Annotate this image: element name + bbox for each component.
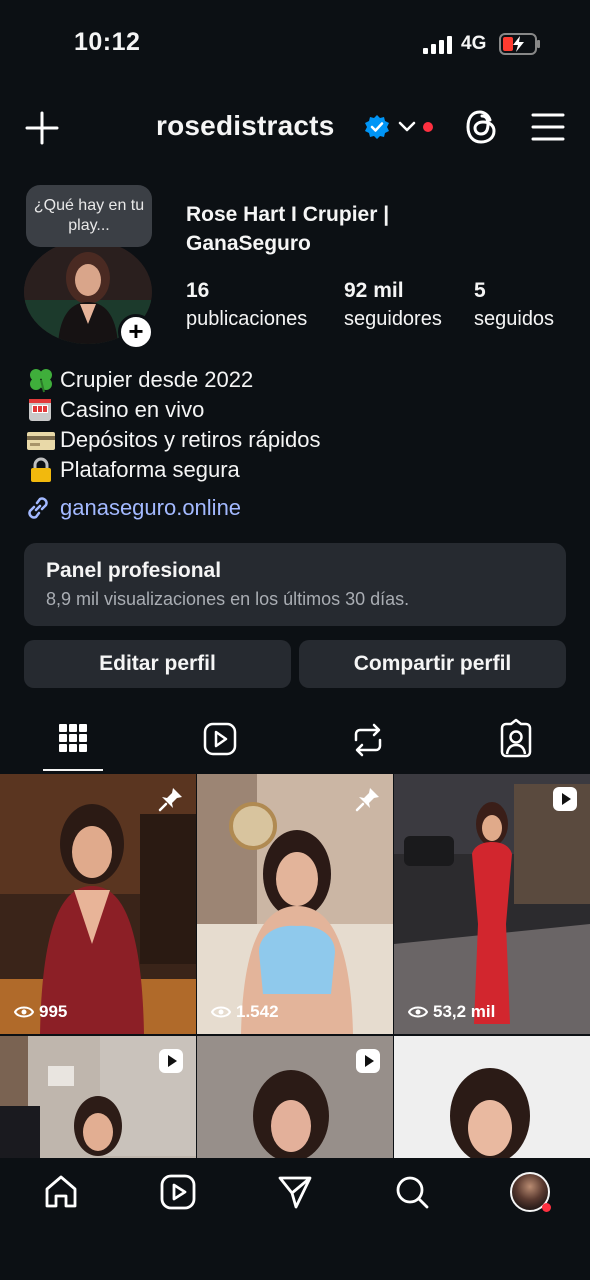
- stat-following[interactable]: 5 seguidos: [474, 276, 554, 334]
- eye-icon: [14, 1006, 34, 1018]
- posts-grid: 995 1.542 53,2 mil: [0, 774, 590, 1158]
- notification-dot: [423, 122, 433, 132]
- post-thumbnail[interactable]: [197, 1036, 393, 1158]
- credit-card-icon: [27, 432, 55, 450]
- chevron-down-icon[interactable]: [398, 120, 416, 134]
- profile-link[interactable]: ganaseguro.online: [24, 494, 241, 522]
- slot-machine-icon: [29, 399, 51, 421]
- bio-line: Depósitos y retiros rápidos: [26, 425, 320, 455]
- reel-icon: [356, 1049, 380, 1073]
- link-icon: [28, 497, 48, 519]
- reels-icon[interactable]: [160, 1174, 196, 1210]
- pin-icon: [355, 788, 379, 812]
- signal-icon: [423, 36, 452, 54]
- post-views-count: 1.542: [236, 1002, 279, 1021]
- panel-subtitle: 8,9 mil visualizaciones en los últimos 3…: [46, 589, 410, 609]
- home-icon[interactable]: [43, 1174, 79, 1210]
- stat-posts-label: publicaciones: [186, 308, 308, 330]
- bio-line: Crupier desde 2022: [26, 365, 320, 395]
- status-time: 10:12: [74, 28, 141, 56]
- post-image: [197, 774, 393, 1034]
- post-thumbnail[interactable]: 1.542: [197, 774, 393, 1034]
- post-image: [0, 774, 196, 1034]
- create-plus-icon[interactable]: [24, 110, 60, 146]
- selected-tab-indicator: [43, 769, 103, 771]
- bio-text: Casino en vivo: [60, 397, 205, 422]
- bottom-navigation: [0, 1158, 590, 1280]
- menu-icon[interactable]: [531, 112, 565, 142]
- display-name: Rose Hart I Crupier | GanaSeguro: [186, 203, 390, 255]
- tab-tagged-icon[interactable]: [496, 718, 536, 762]
- bio-text: Plataforma segura: [60, 457, 240, 482]
- bio-line: Casino en vivo: [26, 395, 320, 425]
- profile-header: rosedistracts: [0, 100, 590, 156]
- clover-icon: [30, 369, 52, 393]
- post-thumbnail[interactable]: [394, 1036, 590, 1158]
- share-profile-button[interactable]: Compartir perfil: [299, 640, 566, 688]
- reel-icon: [159, 1049, 183, 1073]
- note-bubble[interactable]: ¿Qué hay en tu play...: [26, 185, 152, 247]
- bio-text: Depósitos y retiros rápidos: [60, 427, 321, 452]
- post-views: 53,2 mil: [408, 1002, 495, 1022]
- profile-link-text: ganaseguro.online: [60, 495, 242, 520]
- post-image: [394, 1036, 590, 1158]
- search-icon[interactable]: [394, 1174, 430, 1210]
- stat-followers[interactable]: 92 mil seguidores: [344, 276, 442, 334]
- post-views: 995: [14, 1002, 67, 1022]
- verified-badge-icon: [365, 115, 389, 139]
- notification-dot: [542, 1203, 551, 1212]
- pin-icon: [158, 788, 182, 812]
- post-thumbnail[interactable]: 995: [0, 774, 196, 1034]
- post-views-count: 53,2 mil: [433, 1002, 496, 1021]
- bio-text: Crupier desde 2022: [60, 367, 254, 392]
- lock-icon: [31, 457, 51, 482]
- eye-icon: [408, 1006, 428, 1018]
- professional-dashboard[interactable]: Panel profesional 8,9 mil visualizacione…: [24, 543, 566, 626]
- post-thumbnail[interactable]: 53,2 mil: [394, 774, 590, 1034]
- username[interactable]: rosedistracts: [156, 110, 334, 142]
- stat-following-number: 5: [474, 279, 486, 302]
- bio: Crupier desde 2022 Casino en vivo Depósi…: [26, 365, 320, 485]
- status-bar: 10:12 4G: [0, 0, 590, 90]
- post-views-count: 995: [39, 1002, 68, 1021]
- stat-posts[interactable]: 16 publicaciones: [186, 276, 307, 334]
- network-label: 4G: [461, 33, 487, 54]
- send-icon[interactable]: [277, 1174, 313, 1210]
- stat-followers-label: seguidores: [344, 308, 442, 330]
- edit-profile-button[interactable]: Editar perfil: [24, 640, 291, 688]
- tab-reposts-icon[interactable]: [348, 718, 388, 762]
- tab-reels-icon[interactable]: [200, 718, 240, 762]
- post-thumbnail[interactable]: [0, 1036, 196, 1158]
- panel-title: Panel profesional: [46, 559, 222, 582]
- add-story-icon[interactable]: +: [118, 314, 154, 350]
- post-views: 1.542: [211, 1002, 279, 1022]
- threads-icon[interactable]: [464, 108, 500, 146]
- battery-icon: [499, 33, 540, 55]
- tab-posts-grid-icon[interactable]: [53, 718, 93, 762]
- eye-icon: [211, 1006, 231, 1018]
- stat-following-label: seguidos: [474, 308, 555, 330]
- post-image: [394, 774, 590, 1034]
- reel-icon: [553, 787, 577, 811]
- bio-line: Plataforma segura: [26, 455, 320, 485]
- stat-followers-number: 92 mil: [344, 279, 404, 302]
- stat-posts-number: 16: [186, 279, 210, 302]
